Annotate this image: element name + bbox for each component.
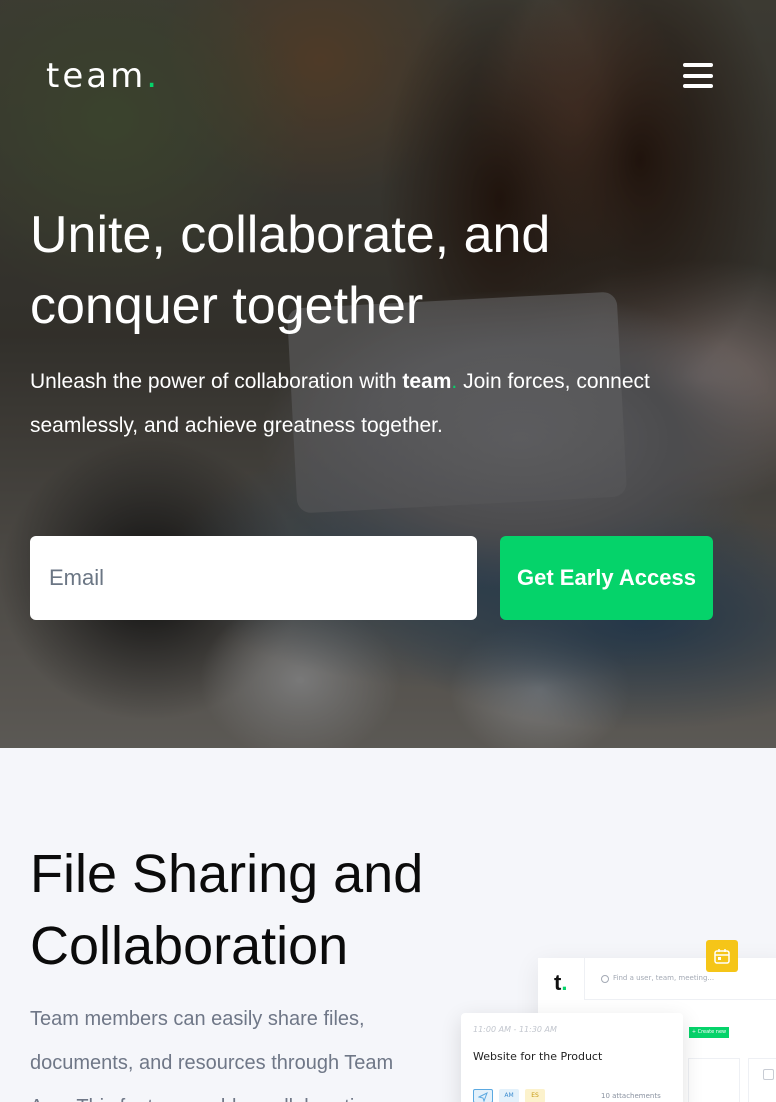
menu-line <box>683 73 713 78</box>
menu-line <box>683 63 713 67</box>
mockup-task-card: 11:00 AM - 11:30 AM Website for the Prod… <box>461 1013 683 1102</box>
mockup-attachments: 10 attachements <box>601 1092 661 1100</box>
feature-title: File Sharing and Collaboration <box>30 844 424 976</box>
mockup-logo: t. <box>554 970 568 995</box>
mockup-avatar-tag: AM <box>499 1089 519 1102</box>
mockup-column <box>748 1058 776 1102</box>
brand-logo-text: team <box>46 56 147 96</box>
mockup-column <box>688 1058 740 1102</box>
hero-subtitle-brand: team <box>402 370 452 393</box>
mockup-card-title: Website for the Product <box>473 1050 603 1063</box>
hero-section: team. Unite, collaborate, and conquer to… <box>0 0 776 748</box>
email-input[interactable] <box>30 536 477 620</box>
calendar-icon <box>706 940 738 972</box>
search-icon <box>601 975 609 983</box>
hamburger-menu-icon[interactable] <box>683 63 713 88</box>
brand-logo[interactable]: team. <box>46 56 160 96</box>
brand-logo-dot: . <box>146 56 161 96</box>
hero-title: Unite, collaborate, and conquer together <box>30 206 551 335</box>
get-early-access-button[interactable]: Get Early Access <box>500 536 713 620</box>
send-icon <box>473 1089 493 1102</box>
mockup-avatar-tag: ES <box>525 1089 545 1102</box>
feature-text: Team members can easily share files, doc… <box>30 1008 394 1102</box>
mockup-card-time: 11:00 AM - 11:30 AM <box>473 1025 557 1034</box>
menu-line <box>683 84 713 88</box>
hero-subtitle-prefix: Unleash the power of collaboration with <box>30 370 403 393</box>
mockup-search-bar: Find a user, team, meeting... <box>584 958 776 1000</box>
mockup-create-button: + Create new <box>689 1027 729 1038</box>
hero-subtitle: Unleash the power of collaboration with … <box>30 360 710 448</box>
